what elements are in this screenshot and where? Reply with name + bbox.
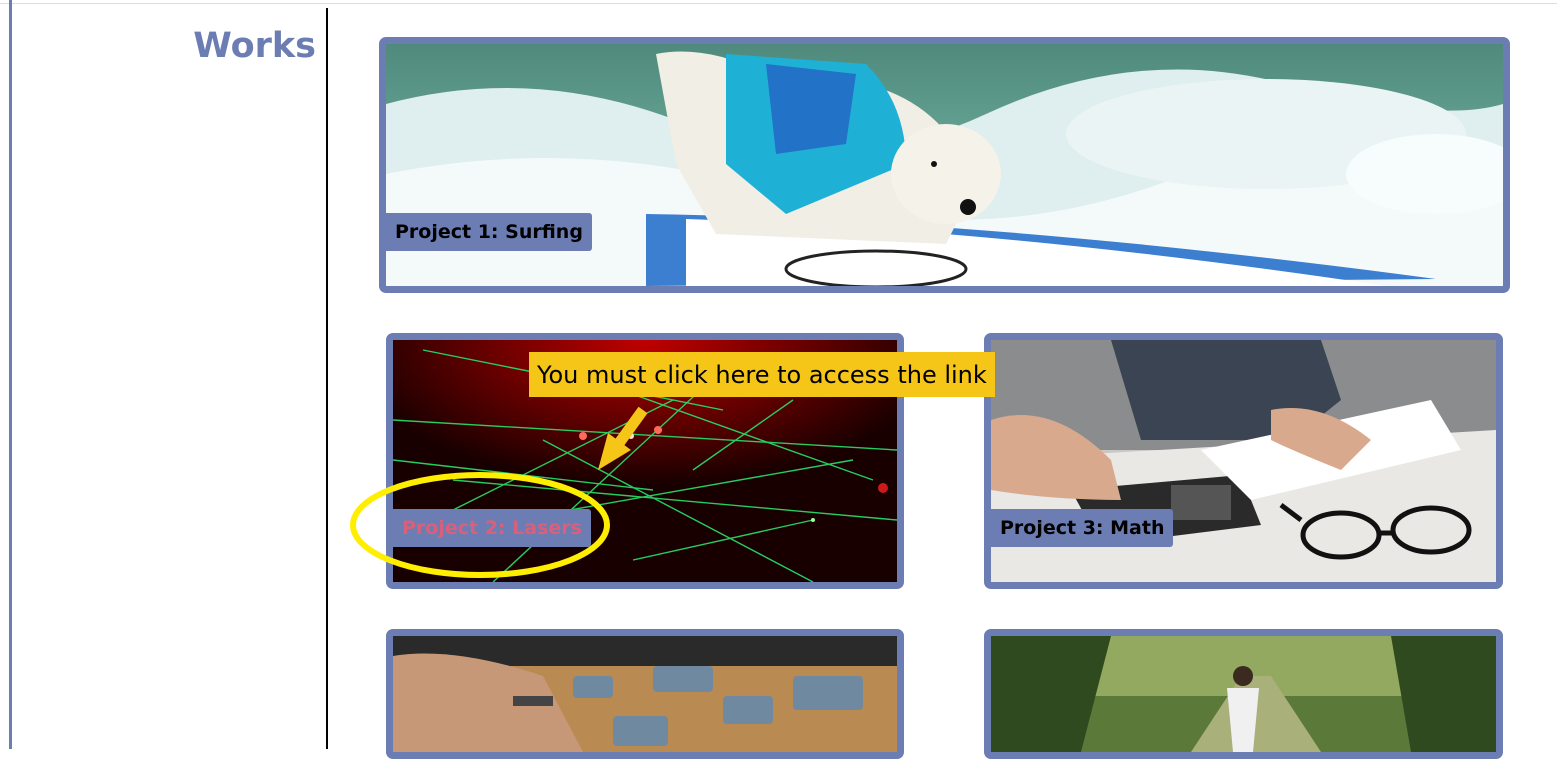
top-rule: [0, 3, 1557, 4]
section-title: Works: [193, 26, 316, 66]
project-card-surfing[interactable]: Project 1: Surfing: [379, 37, 1510, 293]
project-label-surfing[interactable]: Project 1: Surfing: [386, 213, 592, 251]
column-divider: [326, 8, 328, 749]
left-border: [9, 0, 12, 749]
project-card-puzzle[interactable]: [386, 629, 904, 759]
project-label-math[interactable]: Project 3: Math: [991, 509, 1174, 547]
project-label-lasers[interactable]: Project 2: Lasers: [393, 509, 591, 547]
instruction-callout: You must click here to access the link: [529, 352, 995, 397]
project-card-running[interactable]: [984, 629, 1503, 759]
puzzle-image: [393, 636, 897, 752]
running-image: [991, 636, 1496, 752]
project-card-math[interactable]: Project 3: Math: [984, 333, 1503, 589]
